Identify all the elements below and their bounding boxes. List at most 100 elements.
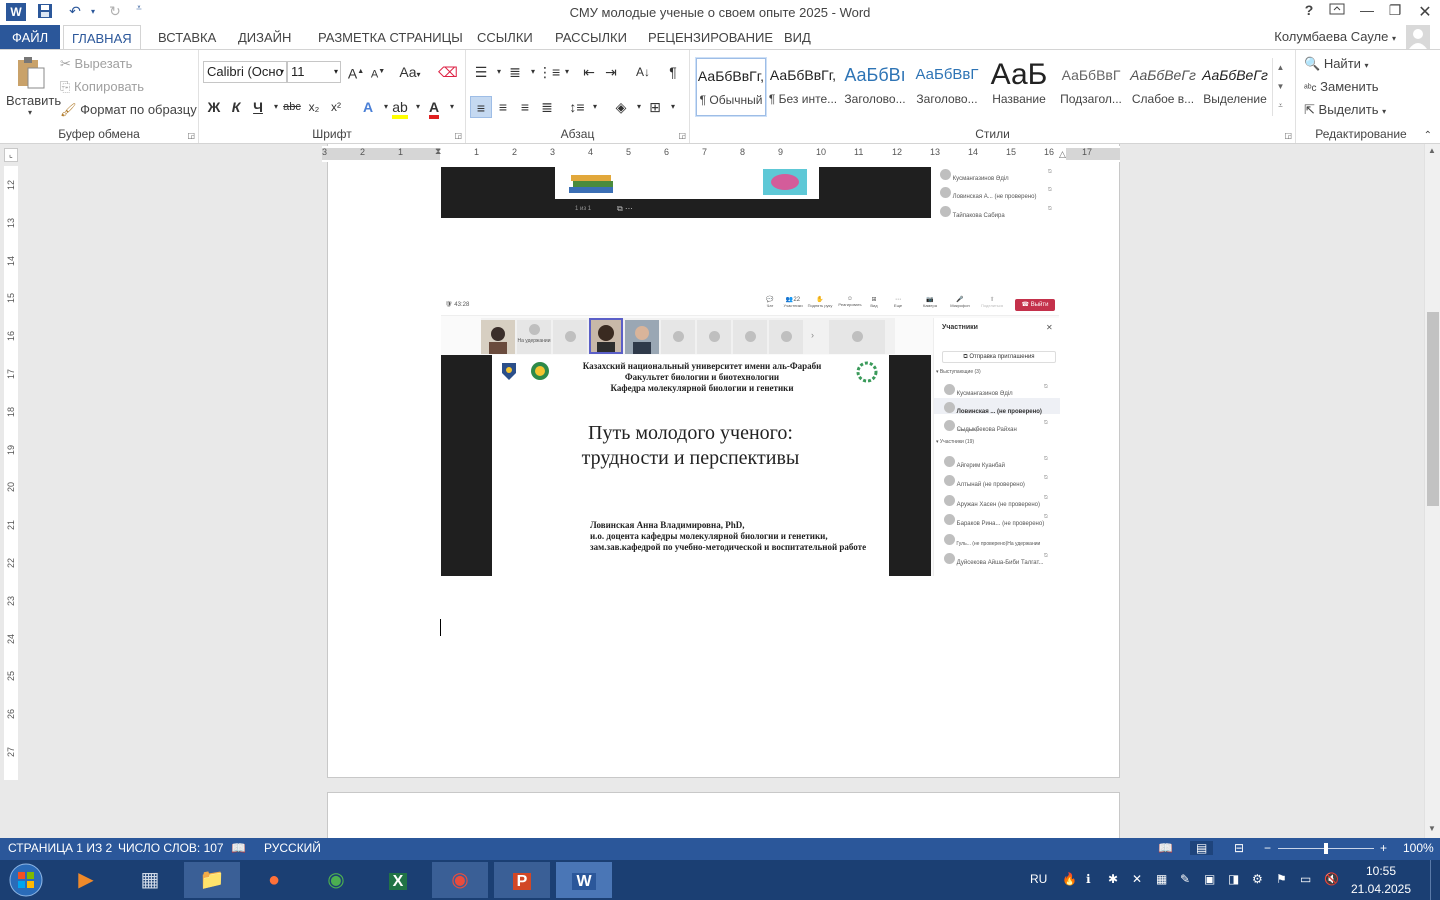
- styles-gallery-scroll[interactable]: ▲ ▼ ⩡: [1272, 58, 1288, 116]
- tray-icon[interactable]: ✕: [1132, 872, 1142, 886]
- ribbon-display-options-icon[interactable]: [1322, 2, 1352, 22]
- tab-mailings[interactable]: РАССЫЛКИ: [547, 25, 635, 50]
- file-explorer-icon[interactable]: 📁: [184, 862, 240, 898]
- tray-icon[interactable]: ℹ: [1086, 872, 1091, 886]
- avatar[interactable]: [1406, 25, 1430, 49]
- network-icon[interactable]: ▭: [1300, 872, 1311, 886]
- tray-icon[interactable]: ⚑: [1276, 872, 1287, 886]
- volume-muted-icon[interactable]: 🔇: [1324, 872, 1339, 886]
- proofing-icon[interactable]: 📖: [231, 841, 246, 855]
- tab-layout[interactable]: РАЗМЕТКА СТРАНИЦЫ: [310, 25, 471, 50]
- tab-home[interactable]: ГЛАВНАЯ: [63, 25, 141, 50]
- select-button[interactable]: ⇱ Выделить ▾: [1304, 102, 1386, 118]
- tab-file[interactable]: ФАЙЛ: [0, 25, 60, 50]
- style-title[interactable]: АаБ Название: [984, 58, 1054, 116]
- word-taskbar-icon[interactable]: W: [556, 862, 612, 898]
- calculator-icon[interactable]: ▦: [122, 862, 178, 898]
- web-layout-icon[interactable]: ⊟: [1234, 841, 1244, 855]
- chevron-down-icon[interactable]: ▾: [556, 61, 578, 83]
- style-heading2[interactable]: АаБбВвГ Заголово...: [912, 58, 982, 116]
- restore-icon[interactable]: ❐: [1380, 2, 1410, 22]
- close-icon[interactable]: ✕: [1410, 2, 1440, 22]
- screenshot-image-1[interactable]: 1 из 1 ⧉ ⋯: [441, 167, 931, 218]
- decrease-indent-icon[interactable]: ⇤: [578, 61, 600, 83]
- chrome-profile-icon[interactable]: ◉: [432, 862, 488, 898]
- tab-selector-icon[interactable]: ⌞: [4, 148, 18, 162]
- italic-button[interactable]: К: [225, 96, 247, 118]
- cut-button[interactable]: ✂ Вырезать: [60, 56, 132, 72]
- scroll-up-icon[interactable]: ▲: [1428, 146, 1436, 155]
- find-button[interactable]: 🔍 Найти ▾: [1304, 56, 1369, 72]
- minimize-icon[interactable]: —: [1352, 2, 1382, 22]
- bold-button[interactable]: Ж: [203, 96, 225, 118]
- language-status[interactable]: РУССКИЙ: [264, 841, 321, 855]
- sort-icon[interactable]: A↓: [632, 61, 654, 83]
- align-left-icon[interactable]: ≡: [470, 96, 492, 118]
- dialog-launcher-icon[interactable]: ◲: [454, 131, 462, 140]
- collapse-ribbon-icon[interactable]: ⌃: [1424, 130, 1432, 141]
- align-right-icon[interactable]: ≡: [514, 96, 536, 118]
- show-formatting-marks-icon[interactable]: ¶: [662, 61, 684, 83]
- clock-date[interactable]: 21.04.2025: [1350, 882, 1412, 896]
- tray-icon[interactable]: ✎: [1180, 872, 1190, 886]
- chevron-down-icon[interactable]: ▾: [441, 96, 463, 118]
- vertical-ruler[interactable]: 12 13 14 15 16 17 18 19 20 21 22 23 24 25 26 27: [4, 166, 18, 780]
- zoom-in-button[interactable]: +: [1380, 841, 1387, 855]
- vertical-scrollbar[interactable]: ▲ ▼: [1424, 144, 1440, 838]
- tab-insert[interactable]: ВСТАВКА: [150, 25, 224, 50]
- scroll-thumb[interactable]: [1427, 312, 1439, 506]
- start-button[interactable]: [0, 862, 52, 898]
- dialog-launcher-icon[interactable]: ◲: [1284, 131, 1292, 140]
- page-1[interactable]: 1 из 1 ⧉ ⋯ Кусмангазинов Әділ Ловинская …: [327, 144, 1120, 778]
- style-subtle-emphasis[interactable]: АаБбВеГг Слабое в...: [1128, 58, 1198, 116]
- powerpoint-icon[interactable]: P: [494, 862, 550, 898]
- tray-icon[interactable]: ✱: [1108, 872, 1118, 886]
- strikethrough-button[interactable]: abc: [281, 96, 303, 118]
- dialog-launcher-icon[interactable]: ◲: [187, 131, 195, 140]
- style-normal[interactable]: АаБбВвГг, ¶ Обычный: [695, 57, 767, 117]
- dialog-launcher-icon[interactable]: ◲: [678, 131, 686, 140]
- increase-indent-icon[interactable]: ⇥: [600, 61, 622, 83]
- tab-view[interactable]: ВИД: [776, 25, 819, 50]
- media-player-icon[interactable]: ▶: [58, 862, 114, 898]
- tray-icon[interactable]: ▣: [1204, 872, 1215, 886]
- page-count[interactable]: СТРАНИЦА 1 ИЗ 2: [8, 841, 112, 855]
- firefox-icon[interactable]: ●: [246, 862, 302, 898]
- grow-font-button[interactable]: A▲: [345, 61, 367, 83]
- chevron-down-icon[interactable]: ▾: [662, 96, 684, 118]
- zoom-slider[interactable]: [1278, 843, 1374, 854]
- shrink-font-button[interactable]: A▼: [367, 61, 389, 83]
- user-account[interactable]: Колумбаева Сауле ▾: [1274, 29, 1396, 44]
- input-language[interactable]: RU: [1030, 872, 1047, 886]
- screenshot-image-2[interactable]: 🛡 43:28 💬 Чат 👥22 Участники ✋ Поднять руку …: [441, 294, 1060, 576]
- subscript-button[interactable]: x₂: [303, 96, 325, 118]
- replace-button[interactable]: ᵃᵇc Заменить: [1304, 79, 1379, 94]
- excel-icon[interactable]: X: [370, 862, 426, 898]
- scroll-down-icon[interactable]: ▼: [1428, 824, 1436, 833]
- style-subtitle[interactable]: АаБбВвГ Подзагол...: [1056, 58, 1126, 116]
- superscript-button[interactable]: x²: [325, 96, 347, 118]
- justify-icon[interactable]: ≣: [536, 96, 558, 118]
- style-no-spacing[interactable]: АаБбВвГг, ¶ Без инте...: [768, 58, 838, 116]
- right-indent-marker-icon[interactable]: △: [1059, 149, 1066, 160]
- change-case-button[interactable]: Aa▾: [395, 61, 425, 83]
- tray-icon[interactable]: ▦: [1156, 872, 1167, 886]
- chevron-down-icon[interactable]: ▾: [584, 96, 606, 118]
- paste-button[interactable]: Вставить ▾: [6, 54, 61, 120]
- tab-design[interactable]: ДИЗАЙН: [230, 25, 299, 50]
- tray-icon[interactable]: 🔥: [1062, 872, 1077, 886]
- word-count[interactable]: ЧИСЛО СЛОВ: 107: [118, 841, 224, 855]
- clock-time[interactable]: 10:55: [1350, 864, 1412, 878]
- show-desktop-button[interactable]: [1430, 860, 1440, 900]
- font-family-select[interactable]: Calibri (Осно ▾: [203, 61, 287, 83]
- indent-marker-icon[interactable]: ⧗: [435, 146, 441, 157]
- style-heading1[interactable]: АаБбВı Заголово...: [840, 58, 910, 116]
- zoom-out-button[interactable]: −: [1264, 841, 1271, 855]
- style-emphasis[interactable]: АаБбВеГг Выделение: [1200, 58, 1270, 116]
- zoom-slider-thumb[interactable]: [1324, 843, 1328, 854]
- horizontal-ruler[interactable]: ⧗ △ 3 2 1 1 2 3 4 5 6 7 8 9 10 11 12 13 14 15 16 17: [322, 146, 1120, 162]
- format-painter-button[interactable]: 🖌 Формат по образцу: [60, 102, 197, 118]
- font-size-select[interactable]: 11 ▾: [287, 61, 341, 83]
- tab-review[interactable]: РЕЦЕНЗИРОВАНИЕ: [640, 25, 781, 50]
- copy-button[interactable]: ⎘ Копировать: [60, 79, 144, 95]
